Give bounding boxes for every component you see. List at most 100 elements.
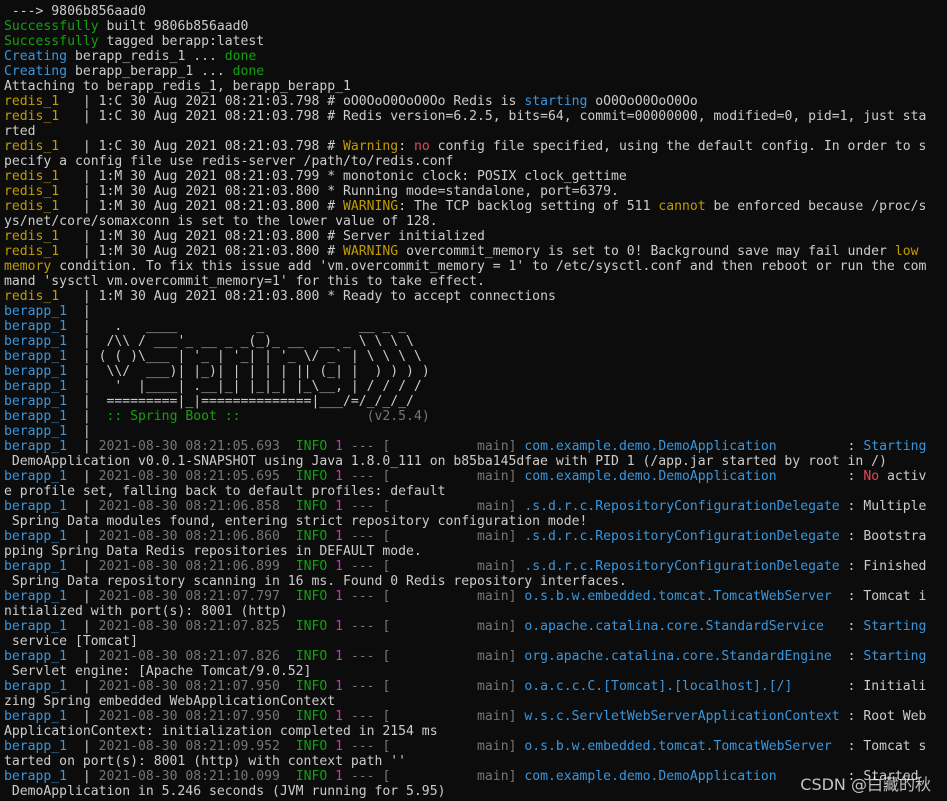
terminal-line: nitialized with port(s): 8001 (http) xyxy=(4,604,947,619)
terminal-text: Servlet engine: [Apache Tomcat/9.0.52] xyxy=(4,664,312,679)
terminal-text: INFO xyxy=(295,739,328,754)
terminal-line: ---> 9806b856aad0 xyxy=(4,4,947,19)
terminal-text: | xyxy=(82,649,99,664)
terminal-text: --- [ main] xyxy=(343,709,525,724)
terminal-text: --- [ main] xyxy=(343,739,525,754)
terminal-text: | xyxy=(82,439,99,454)
terminal-line: DemoApplication v0.0.1-SNAPSHOT using Ja… xyxy=(4,454,947,469)
terminal-text: 2021-08-30 08:21:07.950 xyxy=(98,709,296,724)
terminal-text: service [Tomcat] xyxy=(4,634,139,649)
terminal-line: redis_1 | 1:C 30 Aug 2021 08:21:03.798 #… xyxy=(4,109,947,124)
terminal-text: berapp_1 xyxy=(4,349,83,364)
terminal-text: 1 xyxy=(335,619,344,634)
terminal-line: Spring Data repository scanning in 16 ms… xyxy=(4,574,947,589)
terminal-line: service [Tomcat] xyxy=(4,634,947,649)
terminal-text: No xyxy=(863,469,880,484)
terminal-line: rted xyxy=(4,124,947,139)
terminal-text: Starting xyxy=(863,649,927,664)
terminal-text: --- [ main] xyxy=(343,589,525,604)
terminal-text: pping Spring Data Redis repositories in … xyxy=(4,544,422,559)
terminal-text: 2021-08-30 08:21:05.695 xyxy=(98,469,296,484)
terminal-text: built 9806b856aad0 xyxy=(98,19,249,34)
terminal-text: 2021-08-30 08:21:10.099 xyxy=(98,769,296,784)
terminal-text: 2021-08-30 08:21:07.797 xyxy=(98,589,296,604)
terminal-text: be enforced because /proc/s xyxy=(705,199,927,214)
terminal-text: | xyxy=(82,589,99,604)
terminal-line: berapp_1 | xyxy=(4,304,947,319)
terminal-text: berapp_1 xyxy=(4,529,83,544)
terminal-text: | xyxy=(82,709,99,724)
terminal-text: o.apache.catalina.core.StandardService xyxy=(524,619,824,634)
terminal-text: INFO xyxy=(295,499,328,514)
terminal-text: 1 xyxy=(335,529,344,544)
terminal-text: 2021-08-30 08:21:06.858 xyxy=(98,499,296,514)
terminal-line: Creating berapp_redis_1 ... done xyxy=(4,49,947,64)
terminal-text: 2021-08-30 08:21:06.899 xyxy=(98,559,296,574)
terminal-text: com.example.demo.DemoApplication xyxy=(524,769,777,784)
terminal-text: Creating xyxy=(4,49,68,64)
terminal-text: 1 xyxy=(335,439,344,454)
terminal-text: --- [ main] xyxy=(343,769,525,784)
terminal-text: berapp_1 xyxy=(4,379,83,394)
terminal-text: berapp_1 xyxy=(4,319,83,334)
terminal-text: | xyxy=(82,739,99,754)
terminal-text: --- [ main] xyxy=(343,619,525,634)
terminal-text: INFO xyxy=(295,469,328,484)
terminal-text: 2021-08-30 08:21:07.826 xyxy=(98,649,296,664)
terminal-line: berapp_1 | \\/ ___)| |_)| | | | | || (_|… xyxy=(4,364,947,379)
terminal-text: com.example.demo.DemoApplication xyxy=(524,469,777,484)
terminal-text: | . ____ _ __ _ _ xyxy=(82,319,407,334)
terminal-output[interactable]: ---> 9806b856aad0 Successfully built 9806… xyxy=(0,0,947,801)
terminal-text: Starting xyxy=(863,439,927,454)
terminal-line: redis_1 | 1:M 30 Aug 2021 08:21:03.800 #… xyxy=(4,244,947,259)
terminal-line: redis_1 | 1:C 30 Aug 2021 08:21:03.798 #… xyxy=(4,94,947,109)
terminal-text: : Tomcat s xyxy=(831,739,927,754)
terminal-text: 2021-08-30 08:21:06.860 xyxy=(98,529,296,544)
terminal-text: 1 xyxy=(335,469,344,484)
terminal-line: zing Spring embedded WebApplicationConte… xyxy=(4,694,947,709)
terminal-text: o.a.c.c.C.[Tomcat].[localhost].[/] xyxy=(524,679,793,694)
terminal-text: : Tomcat i xyxy=(831,589,927,604)
terminal-text: w.s.c.ServletWebServerApplicationContext xyxy=(524,709,840,724)
terminal-line: berapp_1 | xyxy=(4,424,947,439)
terminal-text: com.example.demo.DemoApplication xyxy=(524,439,777,454)
terminal-text: ApplicationContext: initialization compl… xyxy=(4,724,438,739)
terminal-line: berapp_1 | /\\ / ___'_ __ _ _(_)_ __ __ … xyxy=(4,334,947,349)
terminal-text: redis_1 xyxy=(4,184,83,199)
terminal-text: berapp_redis_1 ... xyxy=(67,49,225,64)
terminal-text: .s.d.r.c.RepositoryConfigurationDelegate xyxy=(524,529,840,544)
terminal-text: Starting xyxy=(863,619,927,634)
terminal-text: Warning xyxy=(343,139,399,154)
terminal-text: | 1:C 30 Aug 2021 08:21:03.798 # xyxy=(82,139,343,154)
terminal-text: : Initiali xyxy=(792,679,927,694)
terminal-text: Spring Data repository scanning in 16 ms… xyxy=(4,574,627,589)
terminal-text: org.apache.catalina.core.StandardEngine xyxy=(524,649,832,664)
terminal-text: :: Spring Boot :: xyxy=(106,409,241,424)
terminal-text: redis_1 xyxy=(4,169,83,184)
terminal-text: --- [ main] xyxy=(343,439,525,454)
terminal-text: 1 xyxy=(335,769,344,784)
terminal-line: berapp_1 | . ____ _ __ _ _ xyxy=(4,319,947,334)
terminal-text: | xyxy=(82,469,99,484)
terminal-text: redis_1 xyxy=(4,229,83,244)
terminal-line: redis_1 | 1:M 30 Aug 2021 08:21:03.800 #… xyxy=(4,229,947,244)
terminal-text: INFO xyxy=(295,559,328,574)
terminal-text: berapp_1 xyxy=(4,409,83,424)
terminal-text: redis_1 xyxy=(4,244,83,259)
terminal-text: done xyxy=(232,64,265,79)
terminal-text: | 1:C 30 Aug 2021 08:21:03.798 # Redis v… xyxy=(82,109,927,124)
terminal-text: ys/net/core/somaxconn is set to the lowe… xyxy=(4,214,438,229)
terminal-line: pping Spring Data Redis repositories in … xyxy=(4,544,947,559)
terminal-line: Servlet engine: [Apache Tomcat/9.0.52] xyxy=(4,664,947,679)
terminal-text: berapp_1 xyxy=(4,679,83,694)
terminal-text: berapp_1 xyxy=(4,739,83,754)
terminal-text: | xyxy=(82,409,107,424)
terminal-text: INFO xyxy=(295,619,328,634)
terminal-text: : Finished xyxy=(839,559,927,574)
terminal-text: | xyxy=(82,769,99,784)
terminal-line: berapp_1 | ( ( )\___ | '_ | '_| | '_ \/ … xyxy=(4,349,947,364)
terminal-text: --- [ main] xyxy=(343,649,525,664)
